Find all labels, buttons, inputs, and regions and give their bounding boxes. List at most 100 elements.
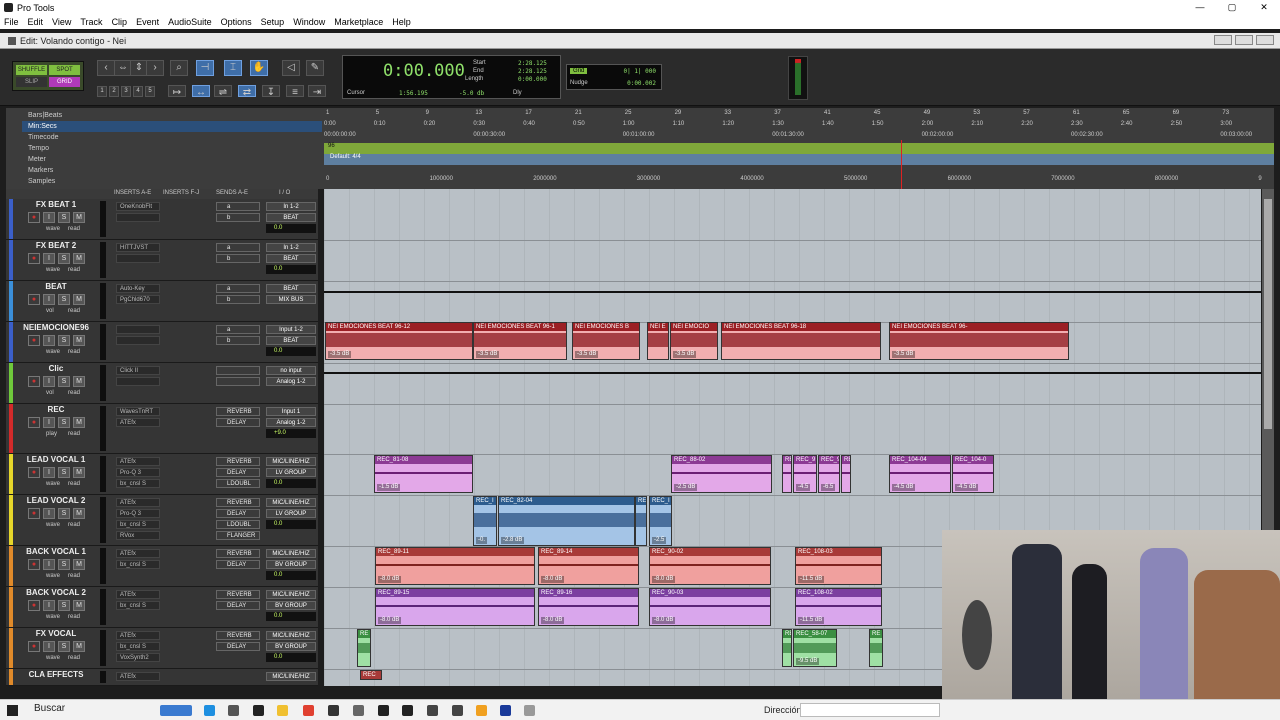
automation-mode[interactable]: read	[68, 481, 80, 487]
track-view-mode[interactable]: wave	[46, 481, 60, 487]
output-selector[interactable]: BEAT	[266, 254, 316, 263]
end-value[interactable]: 2:28.125	[518, 68, 547, 75]
send-slot[interactable]: DELAY	[216, 509, 260, 518]
start-value[interactable]: 2:28.125	[518, 60, 547, 67]
audio-clip[interactable]: NEI EMOCIONES B -3.5 dB	[572, 322, 640, 360]
audio-clip[interactable]: RE	[841, 455, 851, 493]
menu-window[interactable]: Window	[293, 17, 325, 27]
input-selector[interactable]: MIC/LINE/HIZ	[266, 457, 316, 466]
clip-gain[interactable]: -6.5	[821, 484, 836, 491]
send-slot[interactable]	[216, 377, 260, 386]
record-arm-button[interactable]: ●	[28, 212, 40, 223]
zoom-preset-button[interactable]: 4	[133, 86, 143, 97]
send-slot[interactable]: a	[216, 284, 260, 293]
clip-gain[interactable]: -8.0 dB	[378, 576, 402, 583]
audio-clip[interactable]: NEI EMOCIONES BEAT 96- -3.5 dB	[889, 322, 1069, 360]
explorer-icon[interactable]	[277, 705, 288, 716]
audio-clip[interactable]: NEI EMOCIO -3.5 dB	[670, 322, 718, 360]
clip-gain[interactable]: -1.5 dB	[377, 484, 401, 491]
send-slot[interactable]: b	[216, 254, 260, 263]
audio-clip[interactable]: RE	[635, 496, 647, 546]
track-fx-beat-1[interactable]: FX BEAT 1 ● I S Mwave read OneKnobFlt a b In 1-2 B…	[6, 199, 318, 240]
audio-clip[interactable]: REC_89-15 -8.0 dB	[375, 588, 535, 626]
insert-slot[interactable]: ATEfx	[116, 549, 160, 558]
insert-slot[interactable]	[116, 254, 160, 263]
insert-slot[interactable]: bx_cnsl S	[116, 520, 160, 529]
solo-button[interactable]: S	[58, 508, 70, 519]
mute-button[interactable]: M	[73, 600, 85, 611]
track-back-vocal-1[interactable]: BACK VOCAL 1 ● I S Mwave read ATEfx bx_cnsl S RE…	[6, 546, 318, 587]
audio-clip[interactable]: REC_81-08 -1.5 dB	[374, 455, 473, 493]
mute-button[interactable]: M	[73, 212, 85, 223]
send-slot[interactable]: FLANGER	[216, 531, 260, 540]
taskbar-search[interactable]: Buscar	[34, 703, 65, 714]
taskbar-widget-icon[interactable]	[160, 705, 192, 716]
sends-ae-header[interactable]: SENDS A-E	[216, 190, 248, 196]
app-icon-6[interactable]	[476, 705, 487, 716]
input-selector[interactable]: MIC/LINE/HIZ	[266, 498, 316, 507]
menu-clip[interactable]: Clip	[112, 17, 128, 27]
solo-button[interactable]: S	[58, 641, 70, 652]
audio-clip[interactable]: REC_104-0 -4.5 dB	[952, 455, 994, 493]
app-icon-5[interactable]	[452, 705, 463, 716]
track-view-mode[interactable]: wave	[46, 226, 60, 232]
insert-slot[interactable]	[116, 213, 160, 222]
record-arm-button[interactable]: ●	[28, 508, 40, 519]
insert-slot[interactable]: ATEfx	[116, 672, 160, 681]
track-view-mode[interactable]: wave	[46, 573, 60, 579]
zoom-preset-button[interactable]: 5	[145, 86, 155, 97]
grid-lines-icon[interactable]: ⇥	[308, 85, 326, 98]
meter-ruler[interactable]: Default: 4/4	[324, 154, 1274, 165]
menu-options[interactable]: Options	[221, 17, 252, 27]
record-arm-button[interactable]: ●	[28, 294, 40, 305]
insert-slot[interactable]: bx_cnsl S	[116, 560, 160, 569]
insert-slot[interactable]	[116, 336, 160, 345]
audio-clip[interactable]: REC_90-03 -8.0 dB	[649, 588, 771, 626]
track-neiemocione96[interactable]: NEIEMOCIONE96 ● I S Mwave read a b Input 1-2 BEAT…	[6, 322, 318, 363]
track-name[interactable]: CLA EFFECTS	[18, 670, 94, 679]
mute-button[interactable]: M	[73, 294, 85, 305]
length-value[interactable]: 0:00.000	[518, 76, 547, 83]
zoom-out-icon[interactable]: ‹	[97, 60, 115, 76]
audio-clip[interactable]: RE	[357, 629, 371, 667]
audio-clip[interactable]: REC_9 -6.5	[818, 455, 840, 493]
output-selector[interactable]: LV GROUP	[266, 509, 316, 518]
send-slot[interactable]: REVERB	[216, 631, 260, 640]
edit-minimize-button[interactable]	[1214, 35, 1232, 45]
track-name[interactable]: Clic	[18, 364, 94, 373]
output-selector[interactable]: Analog 1-2	[266, 377, 316, 386]
output-selector[interactable]: BV GROUP	[266, 642, 316, 651]
mute-button[interactable]: M	[73, 376, 85, 387]
record-arm-button[interactable]: ●	[28, 641, 40, 652]
send-slot[interactable]: a	[216, 325, 260, 334]
mute-button[interactable]: M	[73, 508, 85, 519]
clip-gain[interactable]: -3.5 dB	[328, 351, 352, 358]
mirrored-midi-icon[interactable]: ↧	[262, 85, 280, 98]
menu-audiosuite[interactable]: AudioSuite	[168, 17, 212, 27]
insert-slot[interactable]: ATEfx	[116, 590, 160, 599]
volume-readout[interactable]: 0.0	[266, 653, 316, 662]
record-arm-button[interactable]: ●	[28, 376, 40, 387]
volume-readout[interactable]: 0.0	[266, 479, 316, 488]
menu-track[interactable]: Track	[80, 17, 102, 27]
send-slot[interactable]: DELAY	[216, 642, 260, 651]
track-view-mode[interactable]: wave	[46, 655, 60, 661]
volume-automation-line[interactable]	[324, 291, 1261, 293]
send-slot[interactable]: REVERB	[216, 590, 260, 599]
track-name[interactable]: BACK VOCAL 1	[18, 547, 94, 556]
insert-slot[interactable]: bx_cnsl S	[116, 642, 160, 651]
record-arm-button[interactable]: ●	[28, 600, 40, 611]
track-name[interactable]: LEAD VOCAL 2	[18, 496, 94, 505]
input-selector[interactable]: Input 1	[266, 407, 316, 416]
zoom-preset-button[interactable]: 3	[121, 86, 131, 97]
mute-button[interactable]: M	[73, 559, 85, 570]
input-selector[interactable]: Input 1-2	[266, 325, 316, 334]
track-back-vocal-2[interactable]: BACK VOCAL 2 ● I S Mwave read ATEfx bx_cnsl S RE…	[6, 587, 318, 628]
clip-gain[interactable]: -11.5 dB	[798, 576, 825, 583]
solo-button[interactable]: S	[58, 559, 70, 570]
scroll-thumb[interactable]	[1264, 199, 1272, 429]
grid-label[interactable]: Grid	[570, 68, 588, 74]
scrubber-tool-icon[interactable]: ◁	[282, 60, 300, 76]
output-selector[interactable]: BEAT	[266, 213, 316, 222]
zoom-preset-button[interactable]: 1	[97, 86, 107, 97]
